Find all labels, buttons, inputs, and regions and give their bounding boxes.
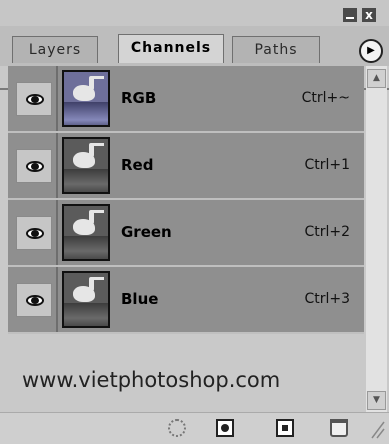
panel-menu-button[interactable]: ▶ <box>359 39 383 63</box>
minimize-icon <box>346 17 354 19</box>
channel-thumbnail <box>62 204 110 261</box>
minimize-button[interactable] <box>343 8 357 22</box>
row-divider <box>56 200 58 265</box>
tab-bar: Layers Channels Paths ▶ <box>0 26 389 90</box>
channel-name: Blue <box>121 290 159 308</box>
channel-thumbnail <box>62 137 110 194</box>
channel-list: RGB Ctrl+~ Red Ctrl+1 Green Ctrl+2 Blue <box>8 66 364 334</box>
eye-icon <box>26 228 44 239</box>
channel-shortcut: Ctrl+3 <box>304 291 350 307</box>
channel-row-red[interactable]: Red Ctrl+1 <box>8 133 364 200</box>
trash-icon[interactable] <box>330 419 348 437</box>
channel-name: RGB <box>121 89 157 107</box>
resize-grip-icon[interactable] <box>370 418 386 440</box>
row-divider <box>56 133 58 198</box>
row-divider <box>56 66 58 131</box>
play-right-arrow-icon: ▶ <box>367 45 375 56</box>
watermark-text: www.vietphotoshop.com <box>22 368 281 392</box>
close-button[interactable]: x <box>362 8 376 22</box>
tab-paths[interactable]: Paths <box>232 36 320 63</box>
channel-shortcut: Ctrl+~ <box>301 90 350 106</box>
eye-icon <box>26 94 44 105</box>
channel-thumbnail <box>62 271 110 328</box>
channel-name: Green <box>121 223 172 241</box>
channel-row-green[interactable]: Green Ctrl+2 <box>8 200 364 267</box>
panel-footer-toolbar <box>0 412 389 444</box>
visibility-toggle[interactable] <box>16 82 52 116</box>
row-divider <box>56 267 58 332</box>
channel-row-blue[interactable]: Blue Ctrl+3 <box>8 267 364 334</box>
eye-icon <box>26 295 44 306</box>
channel-thumbnail <box>62 70 110 127</box>
tab-layers[interactable]: Layers <box>12 36 98 63</box>
visibility-toggle[interactable] <box>16 216 52 250</box>
channel-shortcut: Ctrl+2 <box>304 224 350 240</box>
eye-icon <box>26 161 44 172</box>
tab-channels[interactable]: Channels <box>118 34 224 63</box>
visibility-toggle[interactable] <box>16 149 52 183</box>
visibility-toggle[interactable] <box>16 283 52 317</box>
channel-row-rgb[interactable]: RGB Ctrl+~ <box>8 66 364 133</box>
panel-titlebar: x <box>0 0 389 26</box>
vertical-scrollbar[interactable]: ▲ ▼ <box>366 66 387 413</box>
scroll-up-arrow-icon[interactable]: ▲ <box>367 69 386 88</box>
load-selection-icon[interactable] <box>168 419 186 437</box>
save-selection-icon[interactable] <box>216 419 234 437</box>
scroll-down-arrow-icon[interactable]: ▼ <box>367 391 386 410</box>
channel-shortcut: Ctrl+1 <box>304 157 350 173</box>
new-channel-icon[interactable] <box>276 419 294 437</box>
channel-name: Red <box>121 156 154 174</box>
